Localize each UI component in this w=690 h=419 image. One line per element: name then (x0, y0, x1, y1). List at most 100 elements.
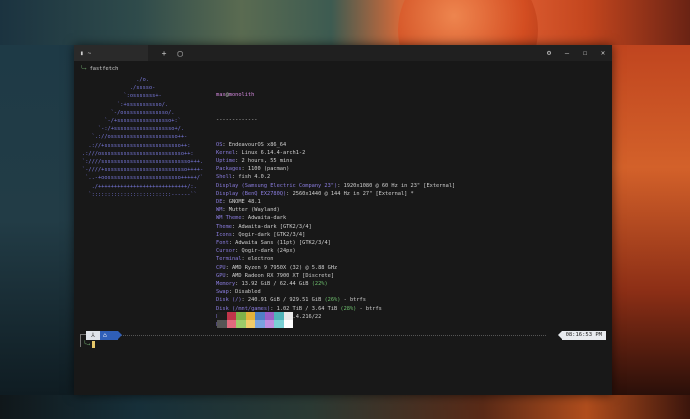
logo-line: `-/ossssssssssssso/. (82, 109, 175, 116)
tab-label: ~ (87, 49, 92, 57)
wallpaper-bottom (0, 395, 690, 419)
info-percent: (22%) (311, 281, 328, 288)
logo-line: `-:/+sssssssssssssssssso+/. (82, 126, 185, 133)
logo-line: .:///ossssssssssssssssssssssssso++: (82, 150, 194, 157)
info-key: Shell (216, 174, 232, 181)
terminal-tab[interactable]: ▮ ~ (74, 45, 148, 61)
palette-swatch (255, 312, 265, 320)
info-separator: ------------- (216, 117, 258, 124)
info-value: Adwaita-dark [GTK2/3/4] (238, 223, 312, 230)
split-pane-icon[interactable]: ▢ (172, 49, 188, 58)
info-value: 2560x1440 @ 144 Hz in 27" [External] * (292, 190, 414, 197)
info-key: Disk (/mnt/games) (216, 305, 271, 312)
logo-line: `-/+sssssssssssssssso+:` (82, 118, 181, 125)
terminal-output[interactable]: ╰→ fastfetch ./o. ./sssso- `:osssssss+- … (74, 61, 612, 395)
palette-swatch (274, 320, 284, 328)
logo-line: .://+ssssssssssssssssssssssso++: (82, 142, 191, 149)
minimize-button[interactable]: — (558, 49, 576, 57)
user-host: max@monolith (216, 92, 255, 99)
info-row: Font: Adwaita Sans (11pt) [GTK2/3/4] (216, 240, 331, 247)
info-key: Display (Samsung Electric Company 23") (216, 182, 338, 189)
info-row: Memory: 13.92 GiB / 62.44 GiB (22%) (216, 281, 328, 288)
info-value: 1100 (pacman) (247, 166, 290, 173)
info-value: Qogir-dark [GTK2/3/4] (238, 231, 306, 238)
info-value: 240.91 GiB / 929.51 GiB (247, 297, 322, 304)
logo-line: ./++++++++++++++++++++++++++++/:. (82, 183, 197, 190)
info-row: WM Theme: Adwaita-dark (216, 215, 287, 222)
input-line[interactable]: ╰→ (83, 341, 96, 349)
title-bar: ▮ ~ + ▢ ⚙ — ☐ ✕ (74, 45, 612, 61)
wallpaper-right (612, 45, 690, 395)
logo-line: `..-+oosssssssssssssssssssssso+++++/` (82, 175, 204, 182)
info-value: Mutter (Wayland) (228, 207, 280, 214)
logo-line: ./sssso- (82, 85, 156, 92)
close-button[interactable]: ✕ (594, 49, 612, 57)
info-row: Icons: Qogir-dark [GTK2/3/4] (216, 231, 306, 238)
color-palette (217, 312, 293, 328)
logo-line: `:osssssss+- (82, 93, 162, 100)
terminal-window: ▮ ~ + ▢ ⚙ — ☐ ✕ ╰→ fastfetch ./o. ./ssss… (74, 45, 612, 395)
command-text: fastfetch (89, 66, 119, 72)
info-row: Disk (/): 240.91 GiB / 929.51 GiB (26%) … (216, 297, 366, 304)
info-row: Terminal: electron (216, 256, 274, 263)
info-key: Terminal (216, 256, 242, 263)
palette-swatch (236, 320, 246, 328)
info-row: OS: EndeavourOS x86_64 (216, 141, 287, 148)
info-value: Qogir-dark (24px) (241, 248, 296, 255)
palette-swatch (217, 320, 227, 328)
info-key: GPU (216, 272, 226, 279)
logo-line: `-////+ssssssssssssssssssssssssso++++- (82, 167, 204, 174)
info-key: Font (216, 240, 229, 247)
info-percent: (26%) (324, 297, 341, 304)
palette-swatch (226, 320, 236, 328)
settings-icon[interactable]: ⚙ (540, 49, 558, 57)
text-cursor (92, 341, 96, 348)
palette-swatch (236, 312, 246, 320)
info-key: Packages (216, 166, 242, 173)
prompt-line: ⅄ ⌂ 08:16:53 PM ╰→ (80, 331, 606, 348)
info-value: Adwaita-dark (247, 215, 287, 222)
maximize-button[interactable]: ☐ (576, 49, 594, 57)
info-value: 13.92 GiB / 62.44 GiB (241, 281, 309, 288)
wallpaper-top (0, 0, 690, 45)
new-tab-button[interactable]: + (156, 49, 172, 58)
info-row: Uptime: 2 hours, 55 mins (216, 158, 293, 165)
info-row: Packages: 1100 (pacman) (216, 166, 290, 173)
info-key: Kernel (216, 149, 236, 156)
prompt-arrow: ╰→ (80, 66, 87, 72)
terminal-icon: ▮ (80, 49, 84, 57)
palette-swatch (245, 312, 255, 320)
info-key: Display (BenQ EX2780Q) (216, 190, 287, 197)
prompt-time: 08:16:53 PM (557, 331, 606, 340)
wallpaper-left (0, 45, 74, 395)
info-row: Shell: fish 4.0.2 (216, 174, 271, 181)
info-value: 2 hours, 55 mins (241, 158, 293, 165)
info-value: electron (247, 256, 274, 263)
info-key: CPU (216, 264, 226, 271)
info-value: AMD Radeon RX 7900 XT [Discrete] (231, 272, 335, 279)
palette-swatch (245, 320, 255, 328)
info-row: WM: Mutter (Wayland) (216, 207, 280, 214)
palette-swatch (264, 312, 274, 320)
info-key: Theme (216, 223, 232, 230)
info-key: Icons (216, 231, 232, 238)
info-row: Theme: Adwaita-dark [GTK2/3/4] (216, 223, 312, 230)
palette-swatch (226, 312, 236, 320)
window-controls: ⚙ — ☐ ✕ (540, 45, 612, 61)
info-row: Display (Samsung Electric Company 23"): … (216, 182, 456, 189)
info-percent: (28%) (340, 305, 357, 312)
info-key: WM Theme (216, 215, 242, 222)
info-value: EndeavourOS x86_64 (228, 141, 287, 148)
hostname: monolith (228, 92, 255, 99)
info-row: GPU: AMD Radeon RX 7900 XT [Discrete] (216, 272, 335, 279)
info-key: Uptime (216, 158, 236, 165)
system-info: max@monolith ------------- OS: Endeavour… (216, 75, 455, 346)
prompt-arrow: ╰→ (83, 341, 91, 348)
info-value: 1.02 TiB / 3.64 TiB (276, 305, 338, 312)
info-suffix: - btrfs (356, 305, 382, 312)
info-value: AMD Ryzen 9 7950X (32) @ 5.88 GHz (231, 264, 338, 271)
logo-line: `:////ssssssssssssssssssssssssssso+++. (82, 159, 204, 166)
info-key: Cursor (216, 248, 236, 255)
info-value: 1920x1080 @ 60 Hz in 23" [External] (343, 182, 456, 189)
logo-line: `.://osssssssssssssssssssso++- (82, 134, 188, 141)
